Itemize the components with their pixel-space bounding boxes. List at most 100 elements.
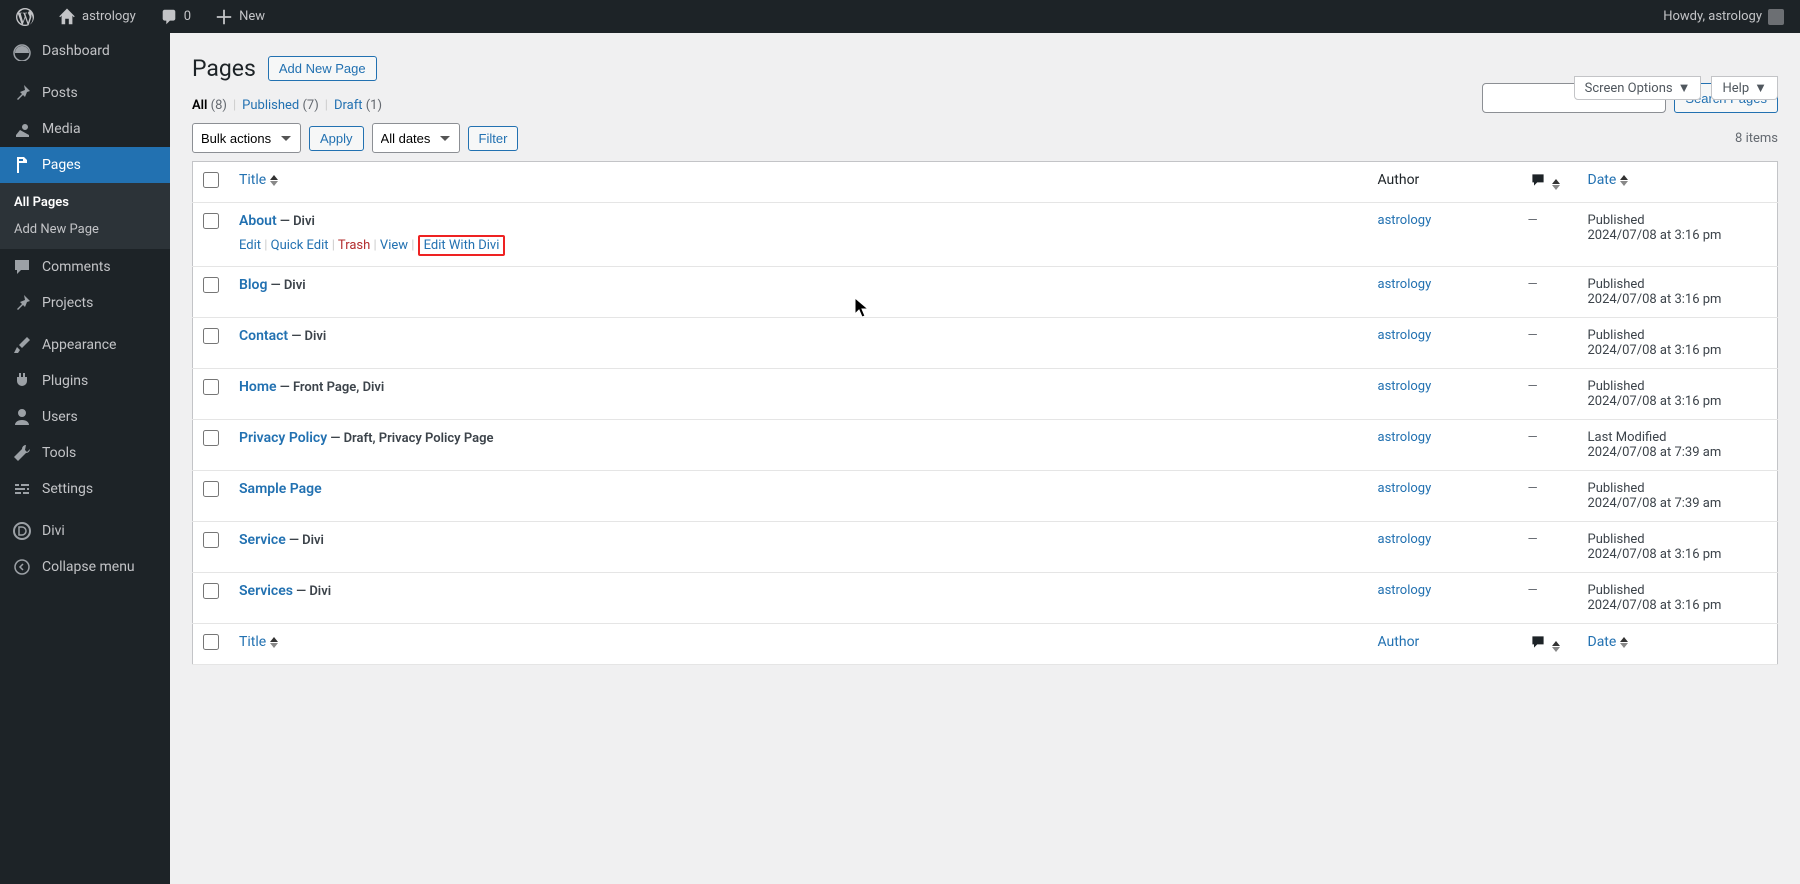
button-label: Screen Options xyxy=(1585,81,1673,96)
comments-value: — xyxy=(1528,379,1538,394)
page-title-link[interactable]: Sample Page xyxy=(239,481,322,497)
col-date-sort[interactable]: Date xyxy=(1588,172,1617,188)
add-new-button[interactable]: Add New Page xyxy=(268,56,377,81)
author-link[interactable]: astrology xyxy=(1378,583,1432,598)
menu-media[interactable]: Media xyxy=(0,111,170,147)
status-filter-links: All (8) | Published (7) | Draft (1) xyxy=(192,98,382,113)
table-row: Blog — Divi astrology — Published2024/07… xyxy=(193,267,1778,318)
page-title-link[interactable]: Home xyxy=(239,379,277,395)
page-suffix: — Divi xyxy=(277,214,315,229)
submenu-add-new[interactable]: Add New Page xyxy=(0,216,170,243)
pin-icon xyxy=(12,83,32,103)
author-link[interactable]: astrology xyxy=(1378,481,1432,496)
menu-divi[interactable]: Divi xyxy=(0,513,170,549)
table-row: Contact — Divi astrology — Published2024… xyxy=(193,318,1778,369)
comments-value: — xyxy=(1528,481,1538,496)
filter-button[interactable]: Filter xyxy=(468,126,519,151)
page-suffix: — Front Page, Divi xyxy=(277,380,385,395)
row-checkbox[interactable] xyxy=(203,213,219,229)
page-title-link[interactable]: Privacy Policy xyxy=(239,430,327,446)
action-trash[interactable]: Trash xyxy=(338,238,370,253)
comments-count: 0 xyxy=(184,9,191,24)
filter-draft[interactable]: Draft xyxy=(334,98,363,113)
row-checkbox[interactable] xyxy=(203,328,219,344)
page-title-link[interactable]: Service xyxy=(239,532,286,548)
date-filter-select[interactable]: All dates xyxy=(372,123,460,153)
site-home-link[interactable]: astrology xyxy=(50,0,144,33)
row-checkbox[interactable] xyxy=(203,379,219,395)
action-quick-edit[interactable]: Quick Edit xyxy=(271,238,329,253)
menu-dashboard[interactable]: Dashboard xyxy=(0,33,170,69)
content-area: Screen Options ▼ Help ▼ Pages Add New Pa… xyxy=(170,33,1800,884)
date-text: 2024/07/08 at 7:39 am xyxy=(1588,496,1722,511)
page-suffix: — Divi xyxy=(286,533,324,548)
menu-appearance[interactable]: Appearance xyxy=(0,327,170,363)
comments-link[interactable]: 0 xyxy=(152,0,199,33)
menu-plugins[interactable]: Plugins xyxy=(0,363,170,399)
author-link[interactable]: astrology xyxy=(1378,277,1432,292)
account-link[interactable]: Howdy, astrology xyxy=(1655,0,1792,33)
action-edit-divi[interactable]: Edit With Divi xyxy=(424,238,500,253)
row-checkbox[interactable] xyxy=(203,277,219,293)
row-checkbox[interactable] xyxy=(203,532,219,548)
row-actions: Edit | Quick Edit | Trash | View | Edit … xyxy=(239,235,1358,256)
menu-users[interactable]: Users xyxy=(0,399,170,435)
menu-label: Plugins xyxy=(42,373,88,389)
author-link[interactable]: astrology xyxy=(1378,379,1432,394)
action-edit[interactable]: Edit xyxy=(239,238,261,253)
apply-button[interactable]: Apply xyxy=(309,126,364,151)
table-row: About — Divi Edit | Quick Edit | Trash |… xyxy=(193,203,1778,267)
filter-count: (1) xyxy=(366,98,382,113)
row-checkbox[interactable] xyxy=(203,481,219,497)
page-title-link[interactable]: Blog xyxy=(239,277,267,293)
wp-logo[interactable] xyxy=(8,0,42,33)
filter-all[interactable]: All xyxy=(192,98,207,113)
page-title-link[interactable]: Contact xyxy=(239,328,288,344)
date-text: 2024/07/08 at 3:16 pm xyxy=(1588,394,1722,409)
menu-label: Pages xyxy=(42,157,81,173)
row-checkbox[interactable] xyxy=(203,430,219,446)
comments-value: — xyxy=(1528,430,1538,445)
comment-icon[interactable] xyxy=(1528,172,1548,188)
select-all-checkbox[interactable] xyxy=(203,172,219,188)
plug-icon xyxy=(12,371,32,391)
menu-tools[interactable]: Tools xyxy=(0,435,170,471)
action-view[interactable]: View xyxy=(380,238,408,253)
button-label: Help xyxy=(1722,81,1749,96)
comment-icon[interactable] xyxy=(1528,634,1548,650)
new-link[interactable]: New xyxy=(207,0,273,33)
col-title-sort[interactable]: Title xyxy=(239,172,266,188)
page-title-link[interactable]: Services xyxy=(239,583,293,599)
page-title-link[interactable]: About xyxy=(239,213,277,229)
menu-label: Posts xyxy=(42,85,78,101)
bulk-actions-select[interactable]: Bulk actions xyxy=(192,123,301,153)
plus-icon xyxy=(215,8,233,26)
table-row: Sample Page astrology — Published2024/07… xyxy=(193,471,1778,522)
author-link[interactable]: astrology xyxy=(1378,430,1432,445)
col-date-sort[interactable]: Date xyxy=(1588,634,1617,650)
col-title-sort[interactable]: Title xyxy=(239,634,266,650)
author-link[interactable]: astrology xyxy=(1378,532,1432,547)
date-text: 2024/07/08 at 3:16 pm xyxy=(1588,292,1722,307)
screen-options-button[interactable]: Screen Options ▼ xyxy=(1574,76,1702,100)
caret-down-icon: ▼ xyxy=(1754,80,1767,96)
row-checkbox[interactable] xyxy=(203,583,219,599)
menu-label: Dashboard xyxy=(42,43,110,59)
sort-icon xyxy=(1552,179,1560,190)
menu-posts[interactable]: Posts xyxy=(0,75,170,111)
filter-published[interactable]: Published xyxy=(242,98,299,113)
menu-collapse[interactable]: Collapse menu xyxy=(0,549,170,585)
date-text: 2024/07/08 at 3:16 pm xyxy=(1588,598,1722,613)
submenu-pages: All Pages Add New Page xyxy=(0,183,170,249)
select-all-checkbox-footer[interactable] xyxy=(203,634,219,650)
author-link[interactable]: astrology xyxy=(1378,213,1432,228)
author-link[interactable]: astrology xyxy=(1378,328,1432,343)
help-button[interactable]: Help ▼ xyxy=(1711,76,1778,100)
table-row: Service — Divi astrology — Published2024… xyxy=(193,522,1778,573)
submenu-all-pages[interactable]: All Pages xyxy=(0,189,170,216)
menu-settings[interactable]: Settings xyxy=(0,471,170,507)
menu-comments[interactable]: Comments xyxy=(0,249,170,285)
menu-projects[interactable]: Projects xyxy=(0,285,170,321)
howdy-text: Howdy, astrology xyxy=(1663,9,1762,24)
menu-pages[interactable]: Pages xyxy=(0,147,170,183)
